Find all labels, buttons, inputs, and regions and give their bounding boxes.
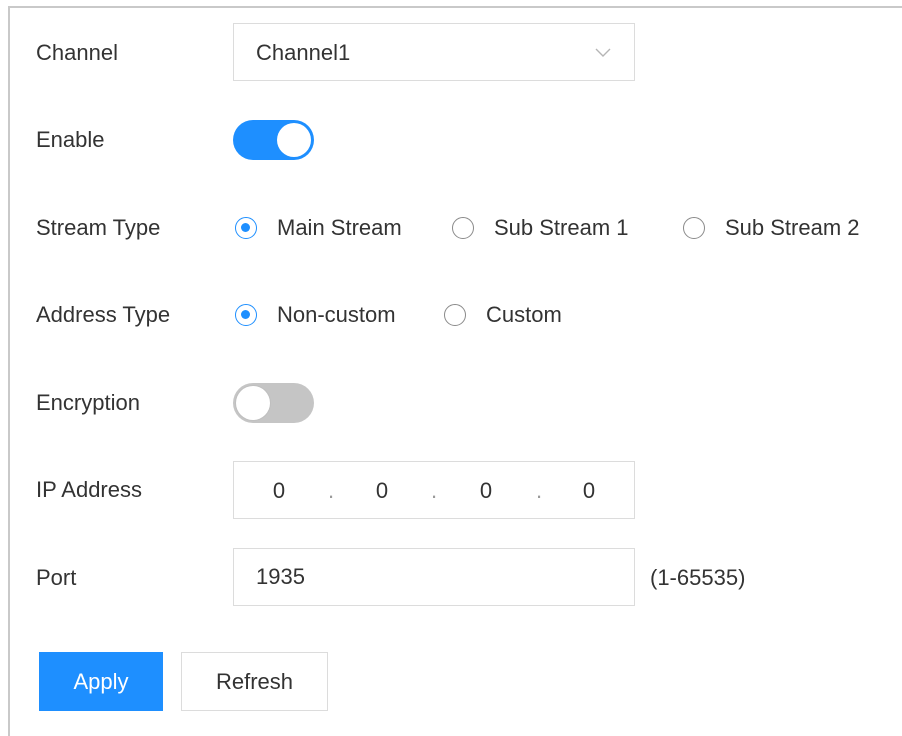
- ip-octet-1[interactable]: 0: [264, 477, 294, 505]
- ip-separator: .: [536, 478, 543, 503]
- stream-type-label: Stream Type: [36, 215, 161, 240]
- radio-indicator: [683, 217, 705, 239]
- ip-octet-4[interactable]: 0: [574, 477, 604, 505]
- chevron-down-icon: [595, 48, 611, 57]
- toggle-knob: [277, 123, 311, 157]
- address-type-label: Address Type: [36, 302, 171, 327]
- port-input[interactable]: [233, 548, 635, 606]
- settings-panel: [8, 6, 902, 736]
- port-range-hint: (1-65535): [650, 565, 746, 590]
- ip-address-label: IP Address: [36, 477, 142, 502]
- radio-custom[interactable]: Custom: [444, 301, 562, 329]
- enable-toggle[interactable]: [233, 120, 314, 160]
- refresh-button[interactable]: Refresh: [181, 652, 328, 711]
- toggle-knob: [236, 386, 270, 420]
- port-label: Port: [36, 565, 77, 590]
- radio-label: Main Stream: [277, 215, 402, 240]
- radio-indicator: [452, 217, 474, 239]
- radio-indicator: [444, 304, 466, 326]
- radio-indicator: [235, 217, 257, 239]
- channel-label: Channel: [36, 40, 118, 65]
- radio-label: Sub Stream 1: [494, 215, 629, 240]
- radio-label: Non-custom: [277, 302, 396, 327]
- apply-button[interactable]: Apply: [39, 652, 163, 711]
- radio-label: Custom: [486, 302, 562, 327]
- radio-sub-stream-2[interactable]: Sub Stream 2: [683, 214, 860, 242]
- radio-non-custom[interactable]: Non-custom: [235, 301, 396, 329]
- ip-separator: .: [328, 478, 335, 503]
- radio-label: Sub Stream 2: [725, 215, 860, 240]
- enable-label: Enable: [36, 127, 105, 152]
- ip-octet-3[interactable]: 0: [471, 477, 501, 505]
- radio-main-stream[interactable]: Main Stream: [235, 214, 402, 242]
- radio-indicator: [235, 304, 257, 326]
- encryption-label: Encryption: [36, 390, 140, 415]
- ip-address-field[interactable]: 0 . 0 . 0 . 0: [233, 461, 635, 519]
- ip-octet-2[interactable]: 0: [367, 477, 397, 505]
- radio-sub-stream-1[interactable]: Sub Stream 1: [452, 214, 629, 242]
- channel-select[interactable]: Channel1: [233, 23, 635, 81]
- ip-separator: .: [431, 478, 438, 503]
- channel-select-value: Channel1: [256, 40, 351, 65]
- encryption-toggle[interactable]: [233, 383, 314, 423]
